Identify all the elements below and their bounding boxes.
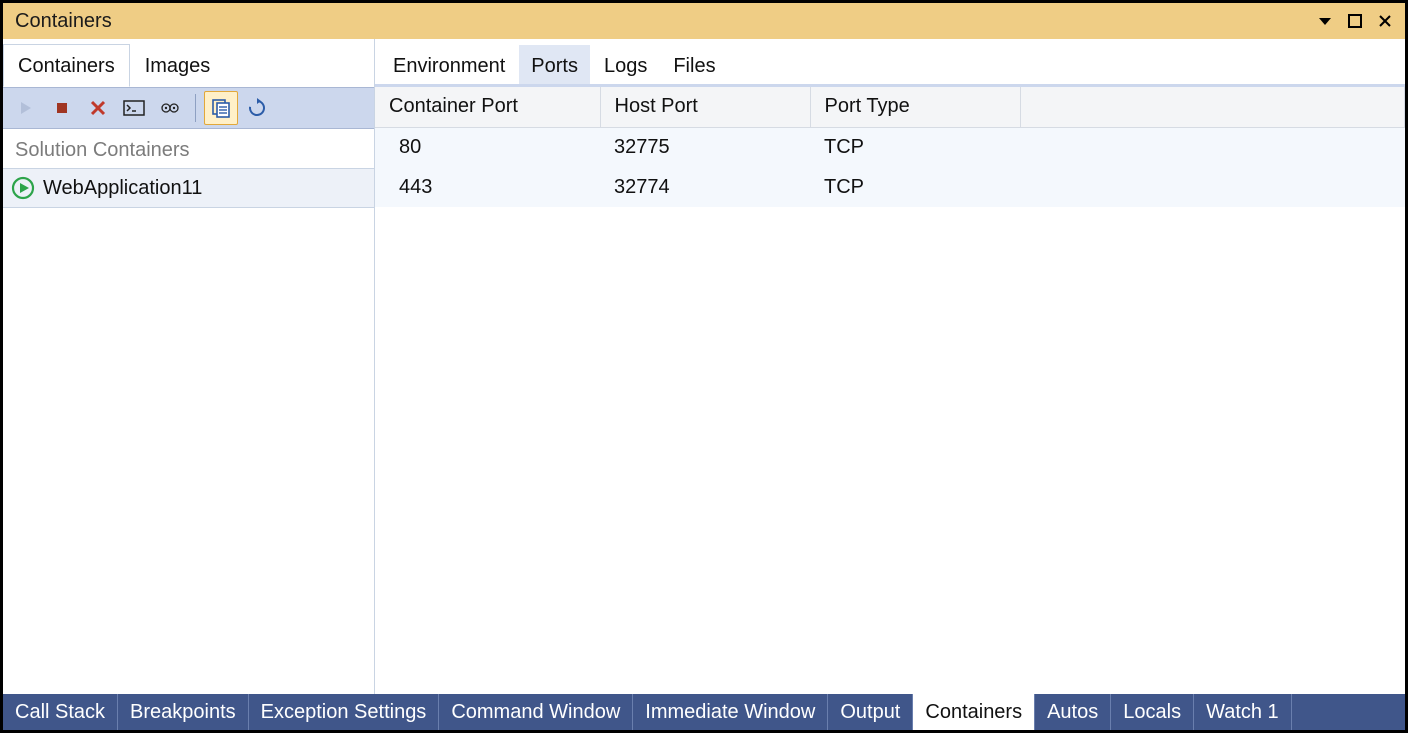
bottom-tab-autos[interactable]: Autos <box>1035 694 1111 730</box>
detail-tabs: Environment Ports Logs Files <box>375 39 1405 87</box>
table-row[interactable]: 80 32775 TCP <box>375 127 1405 167</box>
bottom-tab-locals[interactable]: Locals <box>1111 694 1194 730</box>
left-pane: Containers Images <box>3 39 375 694</box>
left-tabs: Containers Images <box>3 39 374 87</box>
bottom-tab-bar: Call Stack Breakpoints Exception Setting… <box>3 694 1405 730</box>
cell-empty <box>1020 167 1405 207</box>
window-position-button[interactable] <box>1313 9 1337 33</box>
cell-container-port: 80 <box>375 127 600 167</box>
right-pane: Environment Ports Logs Files Container P… <box>375 39 1405 694</box>
bottom-tab-containers[interactable]: Containers <box>913 694 1035 730</box>
container-list: WebApplication11 <box>3 168 374 208</box>
tab-label: Images <box>145 55 211 77</box>
bottom-tab-breakpoints[interactable]: Breakpoints <box>118 694 249 730</box>
tab-label: Ports <box>531 55 578 77</box>
tab-logs[interactable]: Logs <box>592 45 659 84</box>
container-toolbar <box>3 87 374 129</box>
start-button[interactable] <box>9 91 43 125</box>
table-header-row: Container Port Host Port Port Type <box>375 87 1405 127</box>
bottom-tab-command-window[interactable]: Command Window <box>439 694 633 730</box>
toolbar-separator <box>195 94 196 122</box>
container-name: WebApplication11 <box>43 177 202 200</box>
tab-label: Environment <box>393 55 505 77</box>
tab-environment[interactable]: Environment <box>381 45 517 84</box>
tab-containers[interactable]: Containers <box>3 44 130 87</box>
title-bar: Containers <box>3 3 1405 39</box>
title-text: Containers <box>15 10 112 33</box>
bottom-tab-immediate-window[interactable]: Immediate Window <box>633 694 828 730</box>
attach-debugger-button[interactable] <box>153 91 187 125</box>
show-containers-button[interactable] <box>204 91 238 125</box>
terminal-button[interactable] <box>117 91 151 125</box>
cell-port-type: TCP <box>810 167 1020 207</box>
tab-images[interactable]: Images <box>130 44 226 87</box>
section-label: Solution Containers <box>3 129 374 168</box>
bottom-tab-watch-1[interactable]: Watch 1 <box>1194 694 1292 730</box>
cell-host-port[interactable]: 32775 <box>600 127 810 167</box>
bottom-tab-call-stack[interactable]: Call Stack <box>3 694 118 730</box>
col-spacer <box>1020 87 1405 127</box>
close-button[interactable] <box>1373 9 1397 33</box>
body-row: Containers Images <box>3 39 1405 694</box>
cell-host-port[interactable]: 32774 <box>600 167 810 207</box>
bottom-tab-output[interactable]: Output <box>828 694 913 730</box>
tab-label: Containers <box>18 55 115 77</box>
cell-empty <box>1020 127 1405 167</box>
table-row[interactable]: 443 32774 TCP <box>375 167 1405 207</box>
running-icon <box>11 176 35 200</box>
maximize-button[interactable] <box>1343 9 1367 33</box>
col-container-port[interactable]: Container Port <box>375 87 600 127</box>
col-port-type[interactable]: Port Type <box>810 87 1020 127</box>
container-item[interactable]: WebApplication11 <box>3 169 374 207</box>
stop-button[interactable] <box>45 91 79 125</box>
ports-table: Container Port Host Port Port Type 80 32… <box>375 87 1405 207</box>
tab-label: Files <box>673 55 715 77</box>
refresh-button[interactable] <box>240 91 274 125</box>
cell-port-type: TCP <box>810 127 1020 167</box>
tab-ports[interactable]: Ports <box>519 45 590 84</box>
tab-label: Logs <box>604 55 647 77</box>
tab-files[interactable]: Files <box>661 45 727 84</box>
containers-tool-window: Containers Containers Images <box>0 0 1408 733</box>
cell-container-port: 443 <box>375 167 600 207</box>
bottom-tab-exception-settings[interactable]: Exception Settings <box>249 694 440 730</box>
remove-button[interactable] <box>81 91 115 125</box>
col-host-port[interactable]: Host Port <box>600 87 810 127</box>
